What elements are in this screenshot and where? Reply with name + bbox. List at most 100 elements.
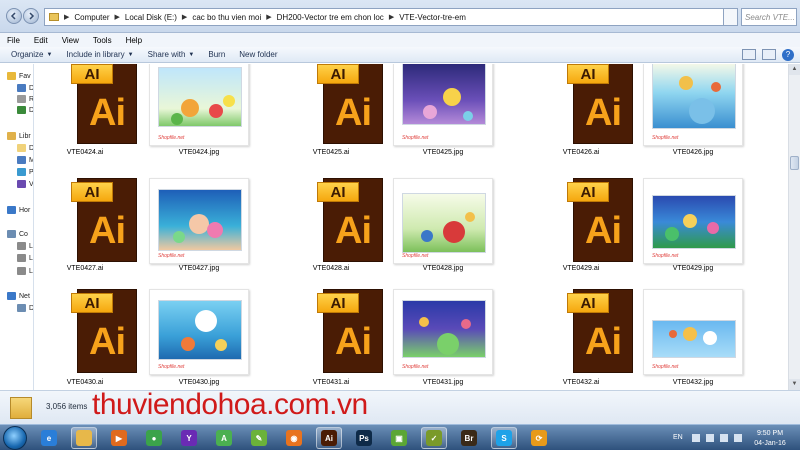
menu-view[interactable]: View <box>55 36 86 45</box>
vertical-scrollbar[interactable]: ▲ ▼ <box>788 64 800 390</box>
help-icon[interactable]: ? <box>782 49 794 61</box>
nav-item-videos[interactable]: V <box>17 180 33 188</box>
nav-item-network-computer[interactable]: D <box>17 304 33 312</box>
nav-item-documents[interactable]: D <box>17 144 33 152</box>
file-item[interactable]: AI Ai VTE0432.ai <box>531 285 633 390</box>
new-folder-button[interactable]: New folder <box>232 50 284 59</box>
burn-button[interactable]: Burn <box>201 50 232 59</box>
nav-item-drive[interactable]: L <box>17 267 33 275</box>
illustrator-taskbar-button[interactable]: Ai <box>316 427 342 449</box>
yahoo-taskbar-button[interactable]: Y <box>176 427 202 449</box>
file-item[interactable]: Shopfile.net VTE0425.jpg <box>393 64 493 161</box>
breadcrumb-separator-icon[interactable]: ▶ <box>264 13 273 21</box>
breadcrumb-item[interactable]: cac bo thu vien moi <box>189 13 264 22</box>
view-options-icon[interactable] <box>742 49 756 60</box>
nav-item-drive[interactable]: L <box>17 254 33 262</box>
nav-item-computer[interactable]: Co <box>7 230 28 238</box>
tray-expand-icon[interactable] <box>692 434 700 442</box>
nav-item-drive[interactable]: L <box>17 242 33 250</box>
nav-item-music[interactable]: M <box>17 156 33 164</box>
menu-file[interactable]: File <box>0 36 27 45</box>
refresh-button[interactable] <box>724 8 738 26</box>
menu-edit[interactable]: Edit <box>27 36 55 45</box>
breadcrumb-item[interactable]: Local Disk (E:) <box>122 13 180 22</box>
navigation-pane[interactable]: FavDRDLibrDMPVHorCoLLLNetD <box>0 64 34 390</box>
file-item[interactable]: Shopfile.net VTE0426.jpg <box>643 64 743 161</box>
file-item[interactable]: Shopfile.net VTE0424.jpg <box>149 64 249 161</box>
scroll-thumb[interactable] <box>790 156 799 170</box>
pen-taskbar-button[interactable]: ✎ <box>246 427 272 449</box>
breadcrumb-separator-icon[interactable]: ▶ <box>180 13 189 21</box>
file-item[interactable]: AI Ai VTE0424.ai <box>35 64 137 161</box>
nav-item-star[interactable]: Fav <box>7 72 31 80</box>
skype-icon: S <box>496 430 512 446</box>
nav-item-desktop[interactable]: D <box>17 84 33 92</box>
desktop-icon <box>17 84 26 92</box>
breadcrumb-item[interactable]: DH200-Vector tre em chon loc <box>274 13 387 22</box>
illustrator-file-icon: AI Ai <box>71 289 143 373</box>
ai-tab-label: AI <box>71 293 113 313</box>
explorer-taskbar-button[interactable] <box>71 427 97 449</box>
breadcrumb-item[interactable]: Computer <box>71 13 112 22</box>
scroll-down-arrow-icon[interactable]: ▼ <box>789 379 800 390</box>
breadcrumb-separator-icon[interactable]: ▶ <box>387 13 396 21</box>
file-item[interactable]: AI Ai VTE0430.ai <box>35 285 137 390</box>
file-item[interactable]: AI Ai VTE0427.ai <box>35 174 137 277</box>
nav-item-homegroup[interactable]: Hor <box>7 206 30 214</box>
file-grid[interactable]: AI Ai VTE0424.ai Shopfile.net VTE0424.jpg AI A… <box>35 64 787 390</box>
search-input[interactable]: Search VTE... <box>741 8 797 26</box>
bridge-taskbar-button[interactable]: Br <box>456 427 482 449</box>
scroll-up-arrow-icon[interactable]: ▲ <box>789 64 800 75</box>
volume-icon[interactable] <box>734 434 742 442</box>
include-library-button[interactable]: Include in library ▼ <box>59 50 140 59</box>
flag-icon[interactable] <box>706 434 714 442</box>
nav-item-recent[interactable]: R <box>17 95 33 103</box>
file-item[interactable]: AI Ai VTE0425.ai <box>281 64 383 161</box>
breadcrumb-separator-icon[interactable]: ▶ <box>113 13 122 21</box>
language-indicator[interactable]: EN <box>673 434 683 441</box>
preview-pane-icon[interactable] <box>762 49 776 60</box>
firefox-taskbar-button[interactable]: ◉ <box>281 427 307 449</box>
nav-item-library[interactable]: Libr <box>7 132 31 140</box>
menu-help[interactable]: Help <box>119 36 149 45</box>
nav-item-downloads[interactable]: D <box>17 106 33 114</box>
camtasia-taskbar-button[interactable]: ▣ <box>386 427 412 449</box>
forward-button[interactable] <box>23 8 39 24</box>
photoshop-taskbar-button[interactable]: Ps <box>351 427 377 449</box>
nav-item-network[interactable]: Net <box>7 292 30 300</box>
address-bar: ▶ Computer ▶ Local Disk (E:) ▶ cac bo thu vie… <box>0 0 800 33</box>
menu-tools[interactable]: Tools <box>86 36 119 45</box>
file-item[interactable]: AI Ai VTE0431.ai <box>281 285 383 390</box>
chrome-taskbar-button[interactable]: ● <box>141 427 167 449</box>
photoshop-icon: Ps <box>356 430 372 446</box>
skype-taskbar-button[interactable]: S <box>491 427 517 449</box>
breadcrumb-item[interactable]: VTE-Vector-tre-em <box>396 13 469 22</box>
sync-taskbar-button[interactable]: ⟳ <box>526 427 552 449</box>
breadcrumb-separator-icon[interactable]: ▶ <box>62 13 71 21</box>
file-item[interactable]: Shopfile.net VTE0428.jpg <box>393 174 493 277</box>
file-item[interactable]: AI Ai VTE0428.ai <box>281 174 383 277</box>
file-item[interactable]: Shopfile.net VTE0432.jpg <box>643 285 743 390</box>
back-button[interactable] <box>6 8 22 24</box>
file-item[interactable]: Shopfile.net VTE0430.jpg <box>149 285 249 390</box>
file-item[interactable]: Shopfile.net VTE0429.jpg <box>643 174 743 277</box>
ai-logo-text: Ai <box>89 92 126 134</box>
share-with-button[interactable]: Share with ▼ <box>141 50 202 59</box>
organize-button[interactable]: Organize ▼ <box>4 50 59 59</box>
ie-taskbar-button[interactable]: e <box>36 427 62 449</box>
start-button[interactable] <box>3 426 27 450</box>
network-icon[interactable] <box>720 434 728 442</box>
file-item[interactable]: Shopfile.net VTE0431.jpg <box>393 285 493 390</box>
clock[interactable]: 9:50 PM 04-Jan-16 <box>748 429 792 449</box>
explorer-icon <box>76 430 92 446</box>
breadcrumb[interactable]: ▶ Computer ▶ Local Disk (E:) ▶ cac bo thu vie… <box>44 8 724 26</box>
bridge-icon: Br <box>461 430 477 446</box>
file-item[interactable]: AI Ai VTE0429.ai <box>531 174 633 277</box>
nav-item-pictures[interactable]: P <box>17 168 33 176</box>
dreamweaver-taskbar-button[interactable]: ✓ <box>421 427 447 449</box>
file-item[interactable]: AI Ai VTE0426.ai <box>531 64 633 161</box>
media-player-taskbar-button[interactable]: ▶ <box>106 427 132 449</box>
android-taskbar-button[interactable]: A <box>211 427 237 449</box>
nav-item-label: Co <box>19 230 28 238</box>
file-item[interactable]: Shopfile.net VTE0427.jpg <box>149 174 249 277</box>
